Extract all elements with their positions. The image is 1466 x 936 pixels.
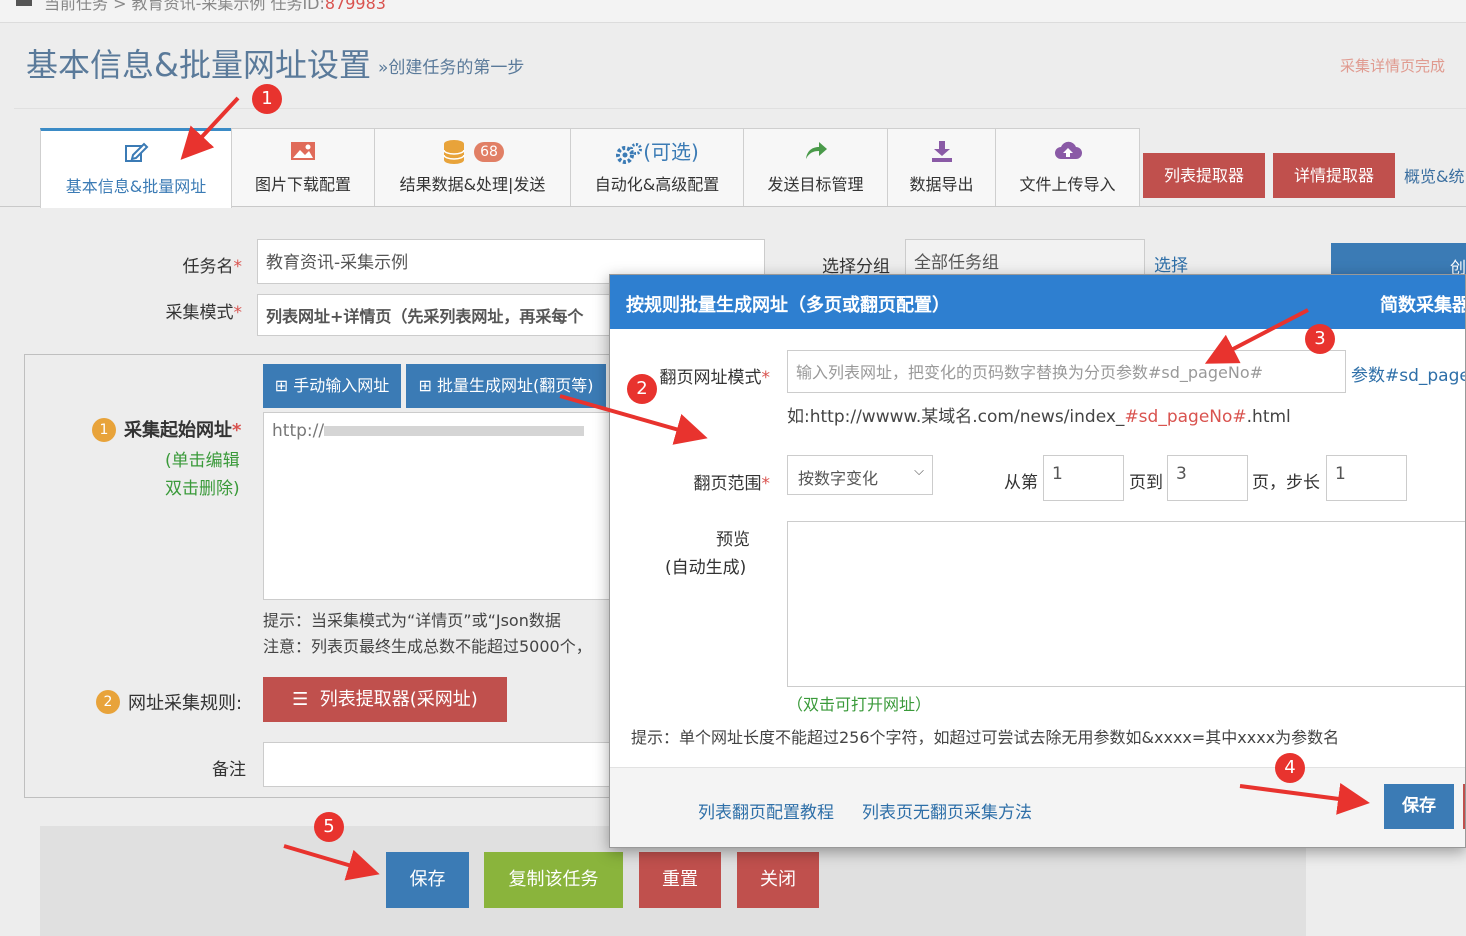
annotation-marker-5: 5	[314, 812, 344, 842]
arrow-4	[1239, 783, 1370, 815]
annotation-marker-1: 1	[252, 84, 282, 114]
annotation-marker-4: 4	[1275, 753, 1305, 783]
arrow-1	[180, 96, 240, 160]
arrow-2	[559, 394, 708, 445]
annotation-arrows	[180, 96, 1370, 881]
annotation-marker-3: 3	[1305, 324, 1335, 354]
annotation-marker-2: 2	[627, 374, 657, 404]
arrow-5	[283, 844, 380, 881]
arrow-3	[1204, 308, 1309, 364]
